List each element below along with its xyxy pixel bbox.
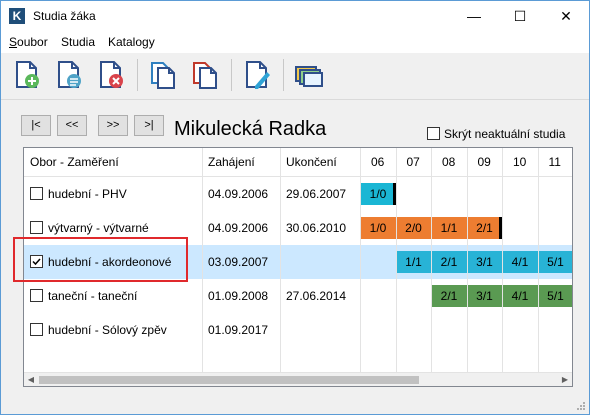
column-header-end[interactable]: Ukončení	[286, 148, 337, 176]
row-checkbox-cell	[30, 279, 43, 313]
maximize-button[interactable]: ☐	[497, 1, 543, 31]
doc-add-icon[interactable]	[11, 59, 43, 91]
column-divider	[502, 148, 503, 372]
row-checkbox-cell	[30, 313, 43, 347]
minimize-button[interactable]: —	[451, 1, 497, 31]
year-bar[interactable]: 2/0	[395, 217, 432, 239]
year-bar[interactable]: 3/1	[466, 251, 503, 273]
row-checkbox[interactable]	[30, 221, 43, 234]
row-end-date: 27.06.2014	[286, 289, 347, 303]
table-row[interactable]: taneční - taneční 01.09.2008 27.06.2014 2/1…	[24, 279, 572, 313]
close-button[interactable]: ✕	[543, 1, 589, 31]
student-name: Mikulecká Radka	[174, 118, 327, 140]
column-divider	[467, 148, 468, 372]
menu-bar: Soubor Studia Katalogy	[1, 31, 589, 53]
menu-katalogy[interactable]: Katalogy	[108, 35, 155, 49]
year-bar[interactable]: 2/1	[431, 251, 467, 273]
doc-edit-icon[interactable]	[241, 59, 273, 91]
year-bar[interactable]: 5/1	[537, 285, 572, 307]
row-start-date: 04.09.2006	[208, 187, 269, 201]
year-bar[interactable]: 4/1	[502, 285, 538, 307]
year-bar[interactable]: 5/1	[537, 251, 572, 273]
year-bar[interactable]: 1/0	[360, 217, 396, 239]
nav-next-button[interactable]: >>	[98, 115, 128, 136]
app-icon: K	[9, 8, 25, 24]
toolbar-separator	[137, 59, 138, 91]
column-divider	[431, 148, 432, 372]
nav-prev-button[interactable]: <<	[57, 115, 87, 136]
column-header-year[interactable]: 10	[513, 148, 526, 176]
doc-copy-blue-icon[interactable]	[147, 59, 179, 91]
year-bar[interactable]: 3/1	[466, 285, 503, 307]
doc-copy-red-icon[interactable]	[189, 59, 221, 91]
column-divider	[280, 148, 281, 372]
row-end-date: 29.06.2007	[286, 187, 347, 201]
table-row[interactable]: hudební - Sólový zpěv 01.09.2017	[24, 313, 572, 347]
scroll-thumb[interactable]	[39, 376, 419, 384]
toolbar	[1, 53, 589, 100]
row-checkbox[interactable]	[30, 187, 43, 200]
row-start-date: 03.09.2007	[208, 255, 269, 269]
row-field: taneční - taneční	[48, 289, 138, 303]
column-header-year[interactable]: 09	[478, 148, 491, 176]
toolbar-separator	[283, 59, 284, 91]
column-header-year[interactable]: 11	[549, 148, 561, 176]
doc-delete-icon[interactable]	[95, 59, 127, 91]
column-header-year[interactable]: 06	[371, 148, 384, 176]
row-checkbox[interactable]	[30, 323, 43, 336]
column-divider	[396, 148, 397, 372]
menu-soubor[interactable]: Soubor	[9, 35, 48, 49]
year-bar[interactable]: 2/1	[431, 285, 467, 307]
year-bar[interactable]: 4/1	[502, 251, 538, 273]
column-header-year[interactable]: 08	[442, 148, 455, 176]
highlight-annotation	[13, 237, 188, 282]
nav-last-button[interactable]: >|	[134, 115, 164, 136]
title-bar: K Studia žáka — ☐ ✕	[1, 1, 589, 31]
column-divider	[360, 148, 361, 372]
column-divider	[538, 148, 539, 372]
app-window: K Studia žáka — ☐ ✕ Soubor Studia Katalo…	[0, 0, 590, 415]
row-field: hudební - PHV	[48, 187, 127, 201]
table-row[interactable]: hudební - PHV 04.09.2006 29.06.2007 1/0	[24, 177, 572, 211]
row-checkbox[interactable]	[30, 289, 43, 302]
column-header-field[interactable]: Obor - Zaměření	[30, 148, 119, 176]
year-bar[interactable]: 1/0	[360, 183, 396, 205]
toolbar-separator	[231, 59, 232, 91]
doc-details-icon[interactable]	[53, 59, 85, 91]
hide-outdated-checkbox[interactable]	[427, 127, 440, 140]
year-bar[interactable]: 2/1	[466, 217, 503, 239]
year-bar[interactable]: 1/1	[431, 217, 467, 239]
hide-outdated-label: Skrýt neaktuální studia	[444, 127, 566, 141]
column-header-year[interactable]: 07	[407, 148, 420, 176]
row-start-date: 04.09.2006	[208, 221, 269, 235]
row-start-date: 01.09.2008	[208, 289, 269, 303]
column-header-start[interactable]: Zahájení	[208, 148, 255, 176]
menu-studia[interactable]: Studia	[61, 35, 95, 49]
row-checkbox-cell	[30, 177, 43, 211]
row-field: hudební - Sólový zpěv	[48, 323, 167, 337]
row-end-date: 30.06.2010	[286, 221, 347, 235]
nav-first-button[interactable]: |<	[21, 115, 51, 136]
resize-grip-icon[interactable]	[576, 401, 586, 411]
layers-icon[interactable]	[293, 59, 325, 91]
scroll-left-icon[interactable]: ◀	[24, 373, 38, 386]
column-divider	[202, 148, 203, 372]
hide-outdated-option[interactable]: Skrýt neaktuální studia	[427, 127, 565, 141]
scroll-right-icon[interactable]: ▶	[558, 373, 572, 386]
row-start-date: 01.09.2017	[208, 323, 269, 337]
horizontal-scrollbar[interactable]: ◀ ▶	[24, 372, 572, 386]
window-title: Studia žáka	[33, 9, 96, 23]
year-bar[interactable]: 1/1	[395, 251, 432, 273]
